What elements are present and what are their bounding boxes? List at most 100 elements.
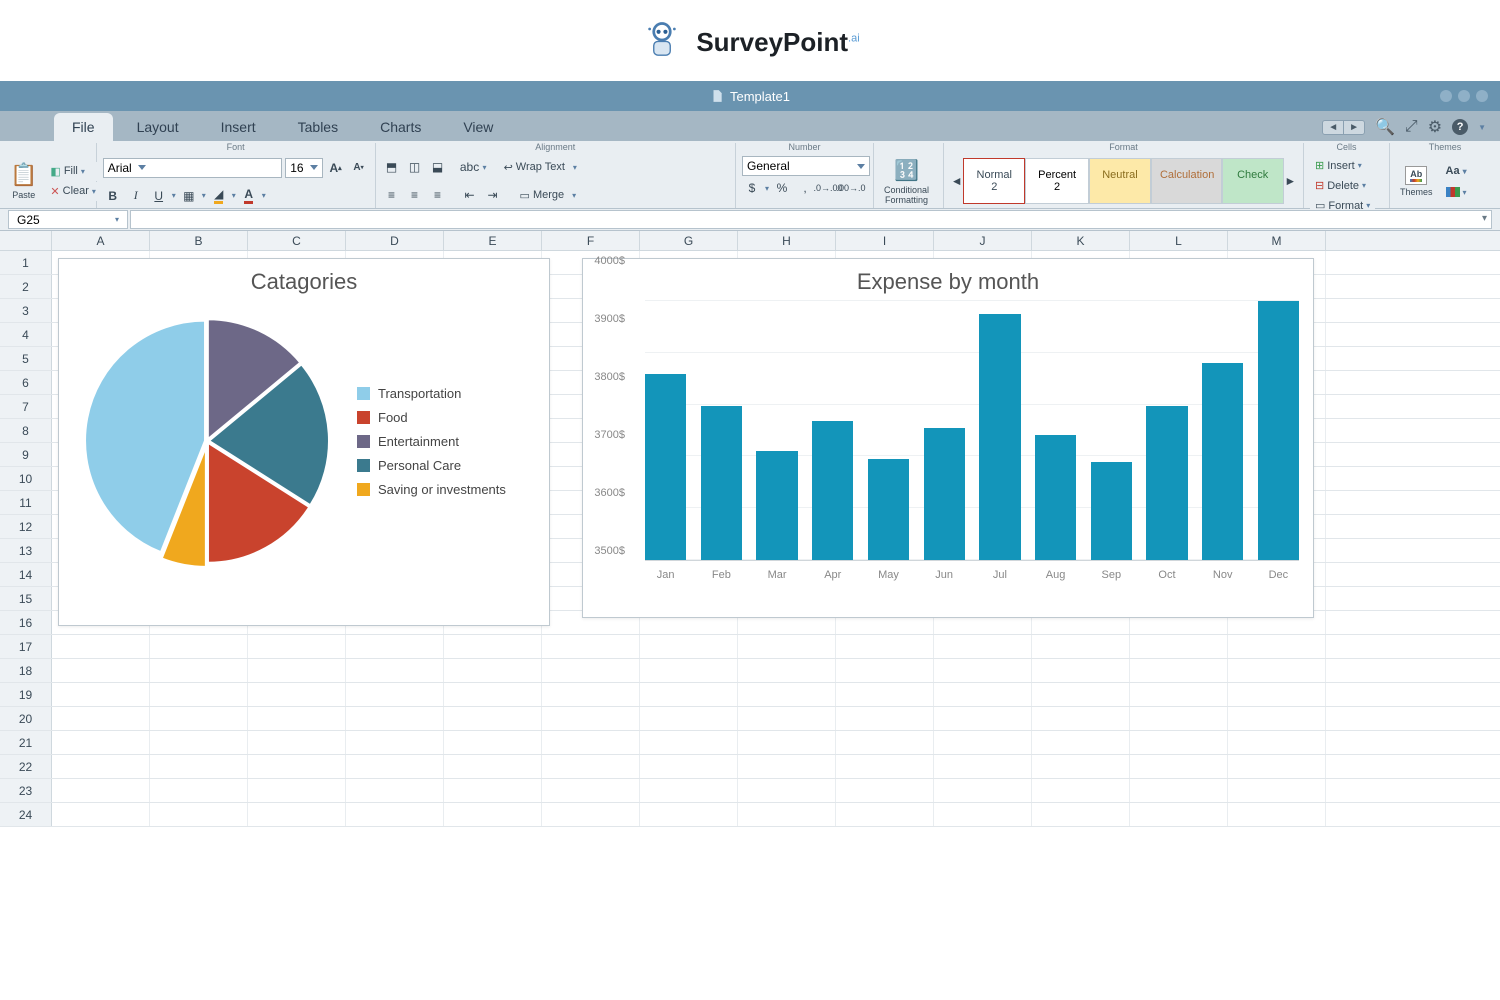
cell[interactable] [346,803,444,826]
cell[interactable] [640,779,738,802]
cell[interactable] [1130,731,1228,754]
border-button[interactable]: ▦ [179,187,199,205]
fill-button[interactable]: ◧Fill▾ [45,162,101,181]
cell[interactable] [640,731,738,754]
cell[interactable] [444,755,542,778]
column-header[interactable]: K [1032,231,1130,250]
column-header[interactable]: L [1130,231,1228,250]
cell[interactable] [248,731,346,754]
cell[interactable] [934,803,1032,826]
cell[interactable] [150,707,248,730]
row-header[interactable]: 1 [0,251,52,274]
cell[interactable] [738,803,836,826]
cell[interactable] [934,635,1032,658]
cell[interactable] [52,683,150,706]
row-header[interactable]: 11 [0,491,52,514]
underline-button[interactable]: U [149,187,169,205]
cell[interactable] [542,755,640,778]
cell[interactable] [836,635,934,658]
column-header[interactable]: H [738,231,836,250]
cell[interactable] [150,731,248,754]
tab-charts[interactable]: Charts [362,113,439,141]
themes-button[interactable]: Ab Themes [1396,164,1437,199]
cell[interactable] [1228,755,1326,778]
row-header[interactable]: 7 [0,395,52,418]
clear-button[interactable]: ✕Clear▾ [45,182,101,201]
align-top-icon[interactable]: ⬒ [382,158,402,176]
cell[interactable] [52,707,150,730]
cell[interactable] [150,803,248,826]
column-header[interactable]: E [444,231,542,250]
cell[interactable] [1228,707,1326,730]
cell[interactable] [444,731,542,754]
cell[interactable] [1228,659,1326,682]
cell[interactable] [150,755,248,778]
cell[interactable] [934,659,1032,682]
chart-pie-categories[interactable]: Catagories TransportationFoodEntertainme… [58,258,550,626]
cell[interactable] [444,779,542,802]
cell[interactable] [52,635,150,658]
font-color-button[interactable]: A [239,187,259,205]
cell[interactable] [542,683,640,706]
column-header[interactable]: J [934,231,1032,250]
cell[interactable] [248,683,346,706]
cell[interactable] [738,755,836,778]
orientation-button[interactable]: abc [460,158,480,176]
cell[interactable] [640,803,738,826]
cell[interactable] [1130,683,1228,706]
cell[interactable] [934,755,1032,778]
decrease-decimal-icon[interactable]: .00→.0 [841,179,861,197]
cell[interactable] [1032,683,1130,706]
cell[interactable] [836,683,934,706]
column-header[interactable]: F [542,231,640,250]
cell-style-percent-2[interactable]: Percent 2 [1025,158,1089,204]
row-header[interactable]: 24 [0,803,52,826]
row-header[interactable]: 3 [0,299,52,322]
nav-history[interactable]: ◄► [1322,120,1365,135]
align-right-icon[interactable]: ≡ [428,186,448,204]
cell[interactable] [1130,755,1228,778]
cell[interactable] [444,683,542,706]
gear-icon[interactable]: ⚙ [1428,117,1442,137]
window-controls[interactable] [1440,90,1488,102]
cell[interactable] [738,683,836,706]
cell[interactable] [1032,755,1130,778]
row-header[interactable]: 12 [0,515,52,538]
cell[interactable] [640,635,738,658]
expand-icon[interactable]: ⤢ [1405,118,1418,136]
row-header[interactable]: 14 [0,563,52,586]
menu-caret-icon[interactable]: ▼ [1478,123,1486,132]
fill-color-button[interactable]: ◢ [209,187,229,205]
cell[interactable] [150,659,248,682]
conditional-formatting-button[interactable]: 🔢 Conditional Formatting [880,156,933,207]
increase-decimal-icon[interactable]: .0→.00 [818,179,838,197]
cell[interactable] [542,803,640,826]
row-header[interactable]: 8 [0,419,52,442]
tab-file[interactable]: File [54,113,113,141]
row-header[interactable]: 18 [0,659,52,682]
cell[interactable] [1130,779,1228,802]
cell[interactable] [934,779,1032,802]
row-header[interactable]: 6 [0,371,52,394]
cell[interactable] [836,779,934,802]
cell[interactable] [1032,731,1130,754]
cell[interactable] [542,635,640,658]
cell[interactable] [836,803,934,826]
cell[interactable] [248,779,346,802]
column-header[interactable]: M [1228,231,1326,250]
cell[interactable] [150,779,248,802]
column-header[interactable]: C [248,231,346,250]
cell[interactable] [248,659,346,682]
cell[interactable] [1130,659,1228,682]
theme-colors-button[interactable]: ▾ [1441,184,1472,200]
align-bottom-icon[interactable]: ⬓ [428,158,448,176]
cell[interactable] [1228,635,1326,658]
cell[interactable] [542,779,640,802]
cell[interactable] [444,635,542,658]
cell-style-calculation[interactable]: Calculation [1151,158,1222,204]
search-icon[interactable]: 🔍 [1375,117,1395,137]
cell[interactable] [1130,635,1228,658]
cell[interactable] [444,659,542,682]
cell[interactable] [836,731,934,754]
cell-style-normal-2[interactable]: Normal 2 [963,158,1025,204]
